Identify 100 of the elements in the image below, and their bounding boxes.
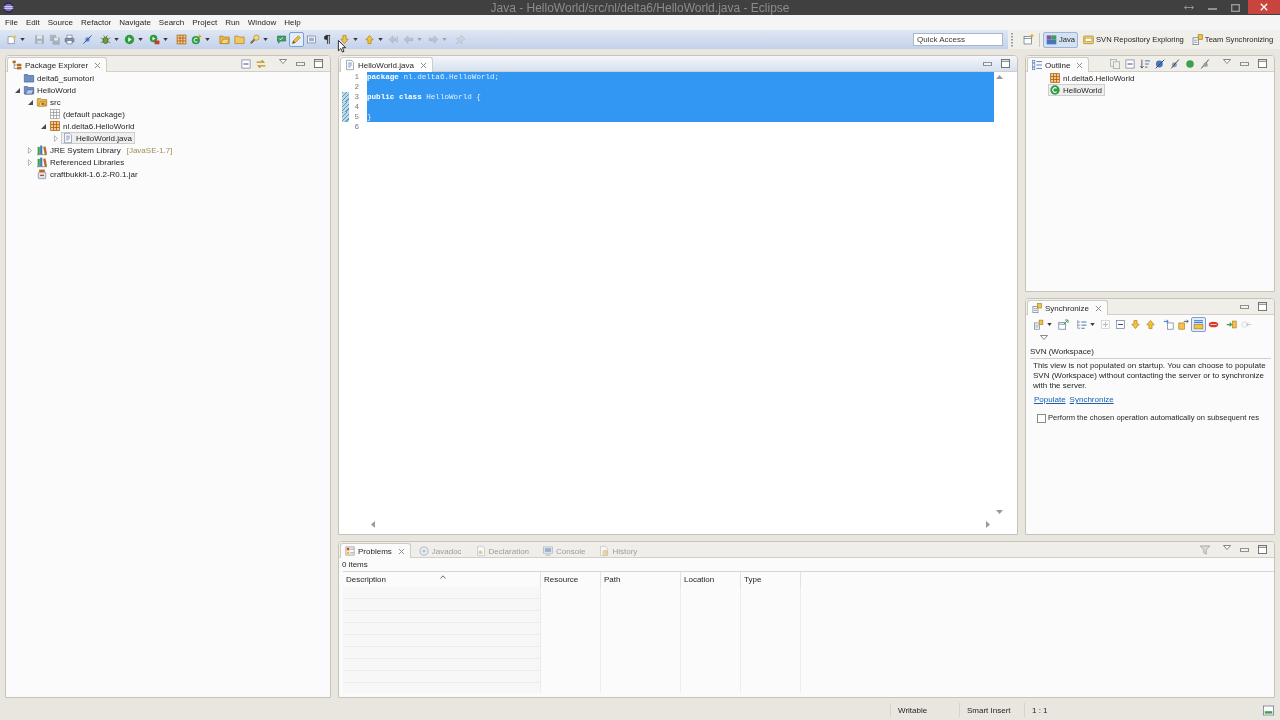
menu-item[interactable]: Project [188, 16, 222, 29]
pen-icon[interactable] [289, 32, 304, 47]
speech-bubble-icon[interactable] [274, 32, 289, 47]
close-icon[interactable] [419, 61, 427, 69]
menu-item[interactable]: Navigate [115, 16, 155, 29]
tree-item[interactable]: HelloWorld.java [61, 132, 135, 144]
maximize-icon[interactable] [314, 59, 323, 68]
view-tab[interactable]: Outline [1027, 57, 1090, 72]
folder-icon[interactable] [231, 32, 247, 47]
minimize-icon[interactable] [296, 61, 305, 66]
action-link[interactable]: Populate [1034, 395, 1066, 405]
two-way-icon[interactable] [1191, 316, 1206, 332]
window-plus-icon[interactable] [1023, 34, 1034, 45]
maximize-icon[interactable] [1231, 3, 1240, 12]
tree-item[interactable]: nl.delta6.HelloWorld [1048, 72, 1138, 84]
slashed-circle-icon[interactable] [1155, 58, 1165, 69]
tree-item[interactable]: delta6_sumotori [22, 72, 97, 84]
scroll-left-icon[interactable] [371, 520, 375, 528]
minimize-icon[interactable] [1240, 547, 1249, 552]
dot-icon[interactable] [1185, 58, 1195, 69]
double-arrow-icon[interactable] [1184, 5, 1194, 10]
tree-item[interactable]: craftbukkit-1.6.2-R0.1.jar [35, 168, 141, 180]
dropdown-caret-icon[interactable] [162, 38, 168, 41]
view-menu-icon[interactable] [1223, 59, 1231, 64]
pages-icon[interactable] [1110, 58, 1120, 69]
scroll-up-icon[interactable] [995, 75, 1003, 79]
close-icon[interactable] [94, 61, 102, 69]
close-icon[interactable] [1076, 61, 1084, 69]
menu-item[interactable]: Window [243, 16, 281, 29]
scroll-right-icon[interactable] [986, 520, 990, 528]
two-arrows-icon[interactable] [256, 58, 266, 69]
minus-box-icon[interactable] [241, 58, 251, 69]
menu-item[interactable]: Source [43, 16, 78, 29]
mouse-pointer-icon [338, 40, 346, 53]
tree-item[interactable]: nl.delta6.HelloWorld [48, 120, 138, 132]
tree-item[interactable]: JRE System Library [JavaSE-1.7] [35, 144, 176, 156]
close-icon[interactable] [1095, 304, 1103, 312]
dropdown-caret-icon[interactable] [262, 38, 268, 41]
jar-icon [37, 169, 47, 179]
section-heading: SVN (Workspace) [1030, 347, 1271, 359]
menu-item[interactable]: Run [221, 16, 244, 29]
column-header[interactable]: Location [681, 572, 741, 587]
tree-item[interactable]: Referenced Libraries [35, 156, 128, 168]
grid-icon[interactable] [174, 32, 189, 47]
dropdown-caret-icon[interactable] [1089, 322, 1095, 326]
menu-item[interactable]: Help [280, 16, 305, 29]
minimize-icon[interactable] [983, 61, 992, 66]
arrow-down-icon[interactable] [337, 32, 352, 47]
column-header[interactable]: Type [741, 572, 801, 587]
page-clock-icon [599, 546, 610, 556]
funnel-icon[interactable] [1200, 544, 1210, 555]
close-button[interactable] [1248, 0, 1280, 14]
column-header[interactable]: Path [601, 572, 681, 587]
tree-item[interactable]: src [35, 96, 64, 108]
dropdown-caret-icon[interactable] [1047, 322, 1052, 326]
view-tab[interactable]: Problems [340, 543, 411, 558]
maximize-icon[interactable] [1258, 545, 1267, 554]
action-link[interactable]: Synchronize [1069, 395, 1114, 405]
dropdown-caret-icon[interactable] [20, 38, 25, 41]
maximize-icon[interactable] [1258, 302, 1267, 311]
view-tab[interactable]: Synchronize [1027, 300, 1109, 315]
dropdown-caret-icon[interactable] [113, 38, 119, 41]
view-menu-icon[interactable] [279, 59, 287, 64]
slashed-dot-icon[interactable] [1170, 58, 1180, 69]
close-icon[interactable] [397, 547, 405, 555]
menu-item[interactable]: Refactor [77, 16, 116, 29]
checkbox[interactable] [1037, 413, 1046, 423]
quick-access-field[interactable]: Quick Access [913, 33, 1003, 46]
minimize-icon[interactable] [1240, 61, 1249, 66]
sort-icon[interactable] [1140, 58, 1150, 69]
minus-box-icon[interactable] [1125, 58, 1135, 69]
maximize-icon[interactable] [1001, 59, 1010, 68]
view-menu-icon[interactable] [1040, 334, 1048, 340]
menu-item[interactable]: Search [154, 16, 189, 29]
tree-arrow-icon[interactable] [27, 99, 33, 105]
scroll-down-icon[interactable] [995, 510, 1003, 514]
hierarchy-icon [12, 60, 22, 70]
view-tab[interactable]: HelloWorld.java [340, 57, 433, 72]
view-tab[interactable]: Package Explorer [7, 57, 108, 72]
open-folder-icon [24, 85, 34, 95]
slashed-dot-icon[interactable] [1200, 58, 1210, 69]
column-header[interactable]: Resource [541, 572, 601, 587]
maximize-icon[interactable] [1258, 59, 1267, 68]
printer-icon[interactable] [61, 32, 77, 47]
tree-item[interactable]: HelloWorld [22, 84, 79, 96]
view-menu-icon[interactable] [1223, 545, 1231, 550]
dropdown-caret-icon[interactable] [353, 38, 358, 41]
tree-arrow-icon[interactable] [14, 87, 20, 93]
panel-icon[interactable] [1263, 704, 1274, 716]
dropdown-caret-icon[interactable] [138, 38, 143, 41]
minimize-icon[interactable] [1240, 304, 1249, 309]
menu-item[interactable]: Edit [21, 16, 44, 29]
monitor-icon [543, 546, 554, 556]
menu-item[interactable]: File [1, 16, 22, 29]
tree-item[interactable]: HelloWorld [1048, 84, 1105, 96]
tree-item[interactable]: (default package) [48, 108, 128, 120]
dropdown-caret-icon[interactable] [205, 38, 210, 41]
dropdown-caret-icon[interactable] [377, 38, 383, 41]
open-folder-icon[interactable] [216, 32, 232, 47]
tree-arrow-icon[interactable] [40, 123, 46, 129]
